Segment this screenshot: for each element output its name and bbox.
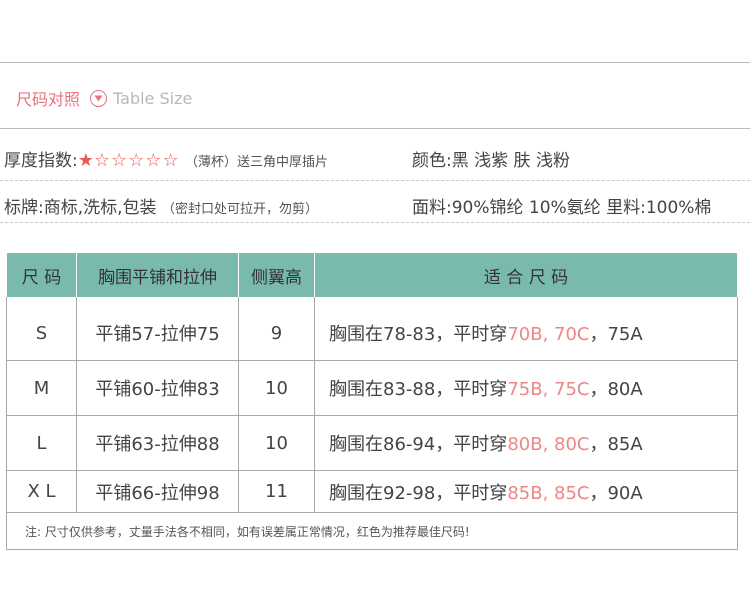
cell-fit: 胸围在83-88，平时穿75B, 75C，80A [314, 360, 738, 416]
top-divider [0, 62, 750, 63]
header-size: 尺 码 [6, 253, 77, 297]
cell-size: S [6, 297, 77, 361]
tag-info: 标牌:商标,洗标,包装 （密封口处可拉开，勿剪） [4, 193, 318, 218]
cell-fit: 胸围在78-83，平时穿70B, 70C，75A [314, 297, 738, 361]
fit-alt: ，80A [589, 379, 643, 400]
header-fit: 适 合 尺 码 [314, 253, 738, 297]
cell-measure: 平铺60-拉伸83 [76, 360, 239, 416]
thickness-stars: ★☆☆☆☆☆ [77, 150, 180, 171]
fit-text: 胸围在83-88，平时穿 [329, 379, 508, 400]
tag-label: 标牌: [4, 198, 44, 218]
cell-fit: 胸围在86-94，平时穿80B, 80C，85A [314, 415, 738, 471]
fit-recommended: 70B, 70C [507, 324, 590, 345]
header-wing: 侧翼高 [238, 253, 315, 297]
fit-text: 胸围在78-83，平时穿 [329, 324, 508, 345]
fabric-info: 面料:90%锦纶 10%氨纶 里料:100%棉 [412, 198, 712, 218]
table-row: S 平铺57-拉伸75 9 胸围在78-83，平时穿70B, 70C，75A [6, 297, 738, 361]
fit-text: 胸围在92-98，平时穿 [329, 482, 508, 504]
cell-wing: 11 [238, 470, 315, 513]
cell-wing: 10 [238, 415, 315, 471]
table-row: L 平铺63-拉伸88 10 胸围在86-94，平时穿80B, 80C，85A [6, 415, 738, 471]
section-title: 尺码对照 [16, 90, 81, 109]
color-label: 颜色: [412, 151, 452, 171]
thickness-note: （薄杯）送三角中厚插片 [184, 155, 328, 170]
tag-note: （密封口处可拉开，勿剪） [161, 202, 318, 217]
tag-value: 商标,洗标,包装 [43, 198, 157, 218]
cell-measure: 平铺57-拉伸75 [76, 297, 239, 361]
size-table: 尺 码 胸围平铺和拉伸 侧翼高 适 合 尺 码 S 平铺57-拉伸75 9 胸围… [6, 253, 738, 550]
color-values: 黑 浅紫 肤 浅粉 [451, 151, 570, 171]
cell-measure: 平铺63-拉伸88 [76, 415, 239, 471]
header-measure: 胸围平铺和拉伸 [76, 253, 239, 297]
cell-size: L [6, 415, 77, 471]
star-filled-icon: ★ [77, 150, 94, 171]
fit-recommended: 75B, 75C [507, 379, 590, 400]
info-divider-2 [0, 222, 750, 223]
star-outline-icon: ☆ [111, 150, 129, 171]
cell-size: M [6, 360, 77, 416]
fit-alt: ，85A [589, 434, 643, 455]
cell-wing: 10 [238, 360, 315, 416]
section-header: 尺码对照 Table Size [16, 86, 192, 110]
cell-wing: 9 [238, 297, 315, 361]
section-divider [0, 128, 750, 129]
star-outline-icon: ☆ [162, 150, 180, 171]
info-divider-1 [0, 180, 750, 181]
color-info: 颜色:黑 浅紫 肤 浅粉 [412, 146, 570, 171]
table-header-row: 尺 码 胸围平铺和拉伸 侧翼高 适 合 尺 码 [6, 253, 738, 297]
chevron-down-circle-icon [90, 89, 108, 107]
table-row: M 平铺60-拉伸83 10 胸围在83-88，平时穿75B, 75C，80A [6, 360, 738, 416]
fit-recommended: 85B, 85C [507, 482, 590, 504]
star-outline-icon: ☆ [93, 150, 112, 171]
thickness-info: 厚度指数:★☆☆☆☆☆ （薄杯）送三角中厚插片 [4, 146, 328, 171]
fit-recommended: 80B, 80C [507, 434, 590, 455]
star-outline-icon: ☆ [128, 150, 146, 171]
table-note: 注: 尺寸仅供参考，丈量手法各不相同，如有误差属正常情况，红色为推荐最佳尺码! [6, 512, 738, 550]
fit-alt: ，75A [589, 324, 643, 345]
cell-fit: 胸围在92-98，平时穿85B, 85C，90A [314, 470, 738, 513]
cell-measure: 平铺66-拉伸98 [76, 470, 239, 513]
fit-text: 胸围在86-94，平时穿 [329, 434, 508, 455]
fit-alt: ，90A [589, 482, 643, 504]
table-row: X L 平铺66-拉伸98 11 胸围在92-98，平时穿85B, 85C，90… [6, 470, 738, 513]
thickness-label: 厚度指数: [4, 151, 78, 171]
section-subtitle: Table Size [113, 88, 193, 108]
star-outline-icon: ☆ [145, 150, 163, 171]
cell-size: X L [6, 470, 77, 513]
table-note-row: 注: 尺寸仅供参考，丈量手法各不相同，如有误差属正常情况，红色为推荐最佳尺码! [6, 512, 738, 550]
